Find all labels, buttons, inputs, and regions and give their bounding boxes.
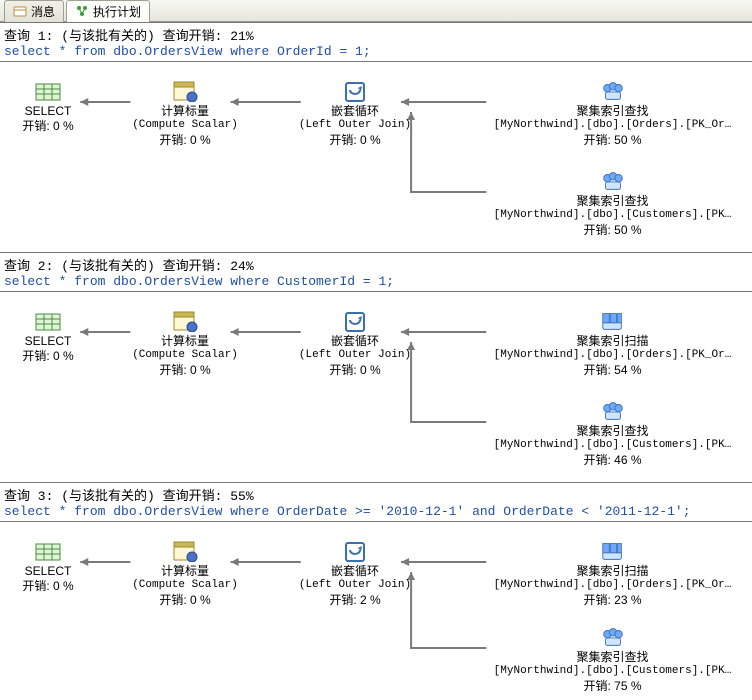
node-cost: 开销: 54 % [485,363,740,378]
tabbar: 消息 执行计划 [0,0,752,22]
node-detail: [MyNorthwind].[dbo].[Customers].[PK… [485,439,740,453]
node-label: 聚集索引查找 [485,650,740,665]
node-cost: 开销: 0 % [8,349,88,364]
index-seek-icon [600,80,626,102]
index-scan-icon [600,540,626,562]
node-detail: [MyNorthwind].[dbo].[Customers].[PK… [485,209,740,223]
index-seek-icon [600,170,626,192]
node-label: 聚集索引查找 [485,194,740,209]
node-label: 聚集索引扫描 [485,334,740,349]
node-detail: (Left Outer Join) [285,579,425,593]
query-block: 查询 2: (与该批有关的) 查询开销: 24% select * from d… [0,252,752,482]
plan-area[interactable]: SELECT 开销: 0 % 计算标量 (Compute Scalar) 开销:… [0,292,752,482]
index-seek-icon [600,400,626,422]
node-index-seek-customers[interactable]: 聚集索引查找 [MyNorthwind].[dbo].[Customers].[… [485,170,740,238]
node-compute-scalar[interactable]: 计算标量 (Compute Scalar) 开销: 0 % [115,310,255,378]
node-detail: [MyNorthwind].[dbo].[Orders].[PK_Or… [485,579,740,593]
messages-icon [13,4,27,18]
query-title: 查询 3: (与该批有关的) 查询开销: 55% [0,483,752,504]
node-detail: [MyNorthwind].[dbo].[Orders].[PK_Or… [485,349,740,363]
node-select[interactable]: SELECT 开销: 0 % [8,310,88,364]
node-cost: 开销: 0 % [285,133,425,148]
node-detail: (Compute Scalar) [115,349,255,363]
compute-scalar-icon [172,540,198,562]
node-cost: 开销: 23 % [485,593,740,608]
node-compute-scalar[interactable]: 计算标量 (Compute Scalar) 开销: 0 % [115,540,255,608]
select-icon [34,80,62,102]
node-index-seek-customers[interactable]: 聚集索引查找 [MyNorthwind].[dbo].[Customers].[… [485,400,740,468]
node-label: 计算标量 [115,564,255,579]
node-label: 嵌套循环 [285,104,425,119]
node-label: 聚集索引扫描 [485,564,740,579]
node-index-seek-customers[interactable]: 聚集索引查找 [MyNorthwind].[dbo].[Customers].[… [485,626,740,694]
select-icon [34,540,62,562]
node-detail: (Compute Scalar) [115,579,255,593]
query-sql: select * from dbo.OrdersView where Order… [0,504,752,522]
plan-icon [75,4,89,18]
node-cost: 开销: 50 % [485,223,740,238]
node-cost: 开销: 0 % [115,593,255,608]
node-nested-loop[interactable]: 嵌套循环 (Left Outer Join) 开销: 2 % [285,540,425,608]
query-title: 查询 1: (与该批有关的) 查询开销: 21% [0,23,752,44]
select-icon [34,310,62,332]
nested-loop-icon [343,310,367,332]
node-cost: 开销: 0 % [8,119,88,134]
node-label: 嵌套循环 [285,334,425,349]
index-seek-icon [600,626,626,648]
tab-label: 执行计划 [93,3,141,20]
node-cost: 开销: 0 % [115,363,255,378]
plan-area[interactable]: SELECT 开销: 0 % 计算标量 (Compute Scalar) 开销:… [0,62,752,252]
node-nested-loop[interactable]: 嵌套循环 (Left Outer Join) 开销: 0 % [285,80,425,148]
node-index-seek-orders[interactable]: 聚集索引查找 [MyNorthwind].[dbo].[Orders].[PK_… [485,80,740,148]
node-label: 嵌套循环 [285,564,425,579]
node-cost: 开销: 2 % [285,593,425,608]
node-detail: [MyNorthwind].[dbo].[Orders].[PK_Or… [485,119,740,133]
node-nested-loop[interactable]: 嵌套循环 (Left Outer Join) 开销: 0 % [285,310,425,378]
compute-scalar-icon [172,310,198,332]
node-cost: 开销: 50 % [485,133,740,148]
node-label: SELECT [8,334,88,349]
plan-area[interactable]: SELECT 开销: 0 % 计算标量 (Compute Scalar) 开销:… [0,522,752,700]
query-block: 查询 1: (与该批有关的) 查询开销: 21% select * from d… [0,22,752,252]
nested-loop-icon [343,80,367,102]
node-detail: [MyNorthwind].[dbo].[Customers].[PK… [485,665,740,679]
node-label: 计算标量 [115,334,255,349]
node-compute-scalar[interactable]: 计算标量 (Compute Scalar) 开销: 0 % [115,80,255,148]
index-scan-icon [600,310,626,332]
node-label: SELECT [8,564,88,579]
query-block: 查询 3: (与该批有关的) 查询开销: 55% select * from d… [0,482,752,700]
node-select[interactable]: SELECT 开销: 0 % [8,80,88,134]
tab-messages[interactable]: 消息 [4,0,64,22]
tab-execution-plan[interactable]: 执行计划 [66,0,150,22]
node-label: 聚集索引查找 [485,424,740,439]
compute-scalar-icon [172,80,198,102]
node-index-scan-orders[interactable]: 聚集索引扫描 [MyNorthwind].[dbo].[Orders].[PK_… [485,310,740,378]
node-detail: (Compute Scalar) [115,119,255,133]
node-select[interactable]: SELECT 开销: 0 % [8,540,88,594]
node-cost: 开销: 0 % [115,133,255,148]
nested-loop-icon [343,540,367,562]
node-cost: 开销: 75 % [485,679,740,694]
node-detail: (Left Outer Join) [285,349,425,363]
node-index-scan-orders[interactable]: 聚集索引扫描 [MyNorthwind].[dbo].[Orders].[PK_… [485,540,740,608]
query-title: 查询 2: (与该批有关的) 查询开销: 24% [0,253,752,274]
node-label: 聚集索引查找 [485,104,740,119]
node-cost: 开销: 0 % [8,579,88,594]
node-label: 计算标量 [115,104,255,119]
query-sql: select * from dbo.OrdersView where Order… [0,44,752,62]
node-cost: 开销: 46 % [485,453,740,468]
query-sql: select * from dbo.OrdersView where Custo… [0,274,752,292]
node-detail: (Left Outer Join) [285,119,425,133]
node-label: SELECT [8,104,88,119]
node-cost: 开销: 0 % [285,363,425,378]
tab-label: 消息 [31,3,55,20]
